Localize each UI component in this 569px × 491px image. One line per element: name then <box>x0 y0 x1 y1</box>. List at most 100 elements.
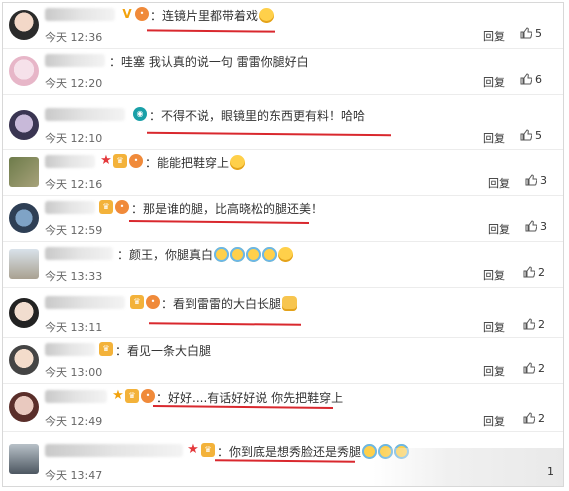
thumbs-up-icon <box>520 27 533 39</box>
username-blurred[interactable] <box>45 343 95 356</box>
like-button[interactable]: 2 <box>523 362 545 375</box>
thumbs-up-icon <box>523 318 536 330</box>
vip-icon: V <box>122 7 132 21</box>
username-blurred[interactable] <box>45 8 115 21</box>
comment-text: ：不得不说，眼镜里的东西更有料！哈哈 <box>149 109 366 123</box>
reply-button[interactable]: 回复 <box>483 413 505 429</box>
avatar[interactable] <box>9 157 39 187</box>
comment-text: ：好好....有话好好说 你先把鞋穿上 <box>156 391 344 405</box>
list-item: ♛ ：看见一条大白腿 今天 13:00 回复 2 <box>3 338 563 384</box>
comment-text: ：那是谁的腿，比高晓松的腿还美！ <box>131 202 324 216</box>
username-blurred[interactable] <box>45 108 125 121</box>
comment-text: ：哇塞 我认真的说一句 雷雷你腿好白 <box>109 55 309 69</box>
avatar[interactable] <box>9 203 39 233</box>
list-item: ◉ ：不得不说，眼镜里的东西更有料！哈哈 今天 12:10 回复 5 <box>3 100 563 150</box>
username-blurred[interactable] <box>45 155 95 168</box>
level-badge-icon: • <box>141 389 155 403</box>
comment-text: ：连镜片里都带着戏 <box>150 7 275 24</box>
list-item: ：哇塞 我认真的说一句 雷雷你腿好白 今天 12:20 回复 6 <box>3 49 563 95</box>
like-button[interactable]: 2 <box>523 318 545 331</box>
avatar[interactable] <box>9 392 39 422</box>
comment-text: ：颜王，你腿真白 <box>117 246 294 263</box>
username-blurred[interactable] <box>45 247 113 260</box>
crown-icon: ♛ <box>99 342 113 356</box>
like-button[interactable]: 3 <box>525 220 547 233</box>
comment-time: 今天 12:16 <box>45 178 103 191</box>
crown-icon: ♛ <box>130 295 144 309</box>
pray-emoji-icon <box>230 155 246 170</box>
username-blurred[interactable] <box>45 296 125 309</box>
star-icon: ★ <box>187 442 199 457</box>
username-blurred[interactable] <box>45 54 105 67</box>
thumbs-up-icon <box>525 174 538 186</box>
comment-time: 今天 13:33 <box>45 270 103 283</box>
like-button[interactable]: 3 <box>525 174 547 187</box>
weibo-comment-list: V • ：连镜片里都带着戏 今天 12:36 回复 5 ：哇塞 我认真的说一句 … <box>2 2 564 487</box>
cat-emoji-icon <box>282 296 298 311</box>
gesture-emoji-icon <box>259 8 275 23</box>
comment-time: 今天 12:20 <box>45 77 103 90</box>
avatar[interactable] <box>9 10 39 40</box>
thumbs-up-icon <box>523 362 536 374</box>
star-icon: ★ <box>112 388 124 403</box>
comment-time: 今天 12:59 <box>45 224 103 237</box>
comment-time: 今天 13:11 <box>45 321 103 334</box>
thumbs-up-icon <box>525 220 538 232</box>
reply-button[interactable]: 回复 <box>483 28 505 44</box>
username-blurred[interactable] <box>45 201 95 214</box>
grin-emoji-icon <box>278 247 294 262</box>
crown-icon: ♛ <box>125 389 139 403</box>
like-button[interactable]: 2 <box>523 412 545 425</box>
comment-time: 今天 12:49 <box>45 415 103 428</box>
avatar[interactable] <box>9 298 39 328</box>
list-item: ♛ • ：看到雷雷的大白长腿 今天 13:11 回复 2 <box>3 288 563 338</box>
username-blurred[interactable] <box>45 390 107 403</box>
reply-button[interactable]: 回复 <box>488 221 510 237</box>
star-icon: ★ <box>100 153 112 168</box>
blurred-overlay <box>373 448 563 486</box>
thumbs-up-icon <box>520 73 533 85</box>
camera-icon: ◉ <box>133 107 147 121</box>
comment-time: 今天 12:36 <box>45 31 103 44</box>
list-item: ★ ♛ • ：能能把鞋穿上 今天 12:16 回复 3 <box>3 150 563 196</box>
crown-icon: ♛ <box>99 200 113 214</box>
crown-icon: ♛ <box>113 154 127 168</box>
avatar[interactable] <box>9 110 39 140</box>
laugh-cry-emoji-icon <box>262 247 278 262</box>
like-button[interactable]: 6 <box>520 73 542 86</box>
reply-button[interactable]: 回复 <box>483 267 505 283</box>
like-button[interactable]: 2 <box>523 266 545 279</box>
laugh-cry-emoji-icon <box>246 247 262 262</box>
reply-button[interactable]: 回复 <box>488 175 510 191</box>
comment-text: ：看到雷雷的大白长腿 <box>161 295 298 312</box>
list-item: ：颜王，你腿真白 今天 13:33 回复 2 <box>3 242 563 288</box>
reply-button[interactable]: 回复 <box>483 363 505 379</box>
reply-button[interactable]: 回复 <box>483 74 505 90</box>
laugh-cry-emoji-icon <box>230 247 246 262</box>
avatar[interactable] <box>9 345 39 375</box>
comment-text: ：看见一条大白腿 <box>115 344 212 358</box>
comment-time: 今天 13:47 <box>45 469 103 482</box>
thumbs-up-icon <box>523 266 536 278</box>
level-badge-icon: • <box>115 200 129 214</box>
list-item: ♛ • ：那是谁的腿，比高晓松的腿还美！ 今天 12:59 回复 3 <box>3 196 563 242</box>
avatar[interactable] <box>9 249 39 279</box>
crown-icon: ♛ <box>201 443 215 457</box>
level-badge-icon: • <box>146 295 160 309</box>
avatar[interactable] <box>9 56 39 86</box>
thumbs-up-icon <box>520 129 533 141</box>
laugh-cry-emoji-icon <box>214 247 230 262</box>
like-button[interactable]: 5 <box>520 27 542 40</box>
comment-text: ：能能把鞋穿上 <box>145 154 246 171</box>
like-button[interactable]: 5 <box>520 129 542 142</box>
thumbs-up-icon <box>523 412 536 424</box>
reply-button[interactable]: 回复 <box>483 319 505 335</box>
comment-time: 今天 12:10 <box>45 132 103 145</box>
comment-time: 今天 13:00 <box>45 366 103 379</box>
list-item: V • ：连镜片里都带着戏 今天 12:36 回复 5 <box>3 3 563 49</box>
username-blurred[interactable] <box>45 444 183 457</box>
like-button[interactable]: 1 <box>547 465 554 478</box>
reply-button[interactable]: 回复 <box>483 130 505 146</box>
avatar[interactable] <box>9 444 39 474</box>
level-badge-icon: • <box>129 154 143 168</box>
